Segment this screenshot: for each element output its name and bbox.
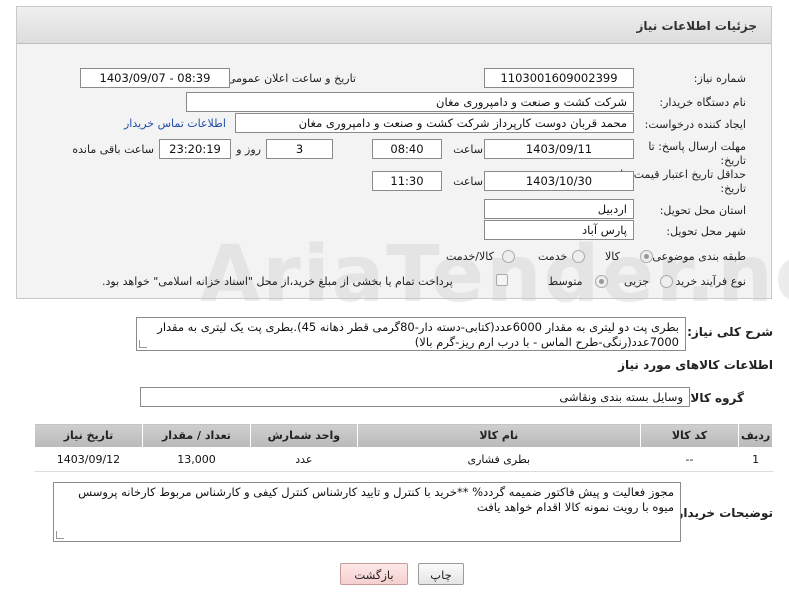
category-radio-goods[interactable] (640, 250, 653, 263)
remaining-label: ساعت باقی مانده (72, 143, 154, 156)
price-date-field[interactable]: 1403/10/30 (484, 171, 634, 191)
cell-item-code: -- (640, 447, 739, 472)
process-option-medium: متوسط (548, 275, 583, 288)
need-number-field[interactable]: 1103001609002399 (484, 68, 634, 88)
treasury-payment-checkbox[interactable] (496, 274, 508, 286)
goods-group-field[interactable]: وسایل بسته بندی ونقاشی (140, 387, 690, 407)
category-radio-service[interactable] (572, 250, 585, 263)
price-time-label: ساعت (453, 175, 483, 188)
price-time-field[interactable]: 11:30 (372, 171, 442, 191)
announce-label: تاریخ و ساعت اعلان عمومی: (223, 72, 356, 85)
col-need-date: تاریخ نیاز (34, 423, 143, 448)
creator-field[interactable]: محمد قربان دوست کارپرداز شرکت کشت و صنعت… (235, 113, 634, 133)
reply-date-field[interactable]: 1403/09/11 (484, 139, 634, 159)
print-button[interactable]: چاپ (418, 563, 464, 585)
process-radio-minor[interactable] (660, 275, 673, 288)
description-textarea[interactable]: بطری پت دو لیتری به مقدار 6000عدد(کتابی-… (136, 317, 686, 351)
category-option-goods: کالا (605, 250, 620, 263)
process-label: نوع فرآیند خرید : (668, 275, 746, 288)
page-title: جزئیات اطلاعات نیاز (636, 19, 757, 33)
process-option-minor: جزیی (624, 275, 650, 288)
goods-group-label: گروه کالا: (685, 391, 744, 405)
resize-grip-icon[interactable] (139, 340, 147, 348)
days-label: روز و (236, 143, 261, 156)
cell-need-date: 1403/09/12 (34, 447, 143, 472)
cell-unit: عدد (250, 447, 358, 472)
category-option-goods-service: کالا/خدمت (446, 250, 494, 263)
cell-item-name: بطری فشاری (357, 447, 641, 472)
reply-time-field[interactable]: 08:40 (372, 139, 442, 159)
province-label: استان محل تحویل: (659, 204, 746, 217)
city-label: شهر محل تحویل: (666, 225, 746, 238)
cell-quantity: 13,000 (142, 447, 251, 472)
back-button[interactable]: بازگشت (340, 563, 408, 585)
buyer-org-label: نام دستگاه خریدار: (659, 96, 746, 109)
description-text: بطری پت دو لیتری به مقدار 6000عدد(کتابی-… (157, 320, 679, 349)
description-label: شرح کلی نیاز: (687, 325, 773, 339)
col-quantity: تعداد / مقدار (141, 423, 251, 448)
resize-grip-icon[interactable] (56, 531, 64, 539)
category-option-service: خدمت (538, 250, 568, 263)
goods-table: ردیف کد کالا نام کالا واحد شمارش تعداد /… (34, 423, 773, 472)
process-radio-medium[interactable] (595, 275, 608, 288)
remaining-time-field[interactable]: 23:20:19 (159, 139, 231, 159)
announce-field[interactable]: 1403/09/07 - 08:39 (80, 68, 230, 88)
reply-time-label: ساعت (453, 143, 483, 156)
goods-section-title: اطلاعات کالاهای مورد نیاز (618, 358, 773, 372)
table-row[interactable]: 1 -- بطری فشاری عدد 13,000 1403/09/12 (34, 447, 773, 472)
payment-note: پرداخت تمام یا بخشی از مبلغ خرید،از محل … (102, 275, 453, 288)
days-remaining-field[interactable]: 3 (266, 139, 333, 159)
col-item-code: کد کالا (639, 423, 740, 448)
col-unit: واحد شمارش (249, 423, 358, 448)
col-row-number: ردیف (738, 423, 773, 448)
category-label: طبقه بندی موضوعی: (648, 250, 746, 263)
buyer-org-field[interactable]: شرکت کشت و صنعت و دامپروری مغان (186, 92, 634, 112)
cell-row-number: 1 (738, 447, 773, 472)
buyer-notes-label: توضیحات خریدار: (671, 506, 773, 520)
contact-buyer-link[interactable]: اطلاعات تماس خریدار (124, 117, 226, 130)
buyer-notes-textarea[interactable]: مجوز فعالیت و پیش فاکتور ضمیمه گردد% **خ… (53, 482, 681, 542)
need-number-label: شماره نیاز: (693, 72, 746, 85)
col-item-name: نام کالا (356, 423, 641, 448)
reply-deadline-label: مهلت ارسال پاسخ: تا تاریخ: (648, 140, 746, 167)
city-field[interactable]: پارس آباد (484, 220, 634, 240)
creator-label: ایجاد کننده درخواست: (644, 118, 746, 131)
table-header-row: ردیف کد کالا نام کالا واحد شمارش تعداد /… (34, 423, 773, 448)
province-field[interactable]: اردبیل (484, 199, 634, 219)
buyer-notes-text: مجوز فعالیت و پیش فاکتور ضمیمه گردد% **خ… (78, 485, 674, 514)
category-radio-goods-service[interactable] (502, 250, 515, 263)
panel-header: جزئیات اطلاعات نیاز (16, 6, 772, 44)
